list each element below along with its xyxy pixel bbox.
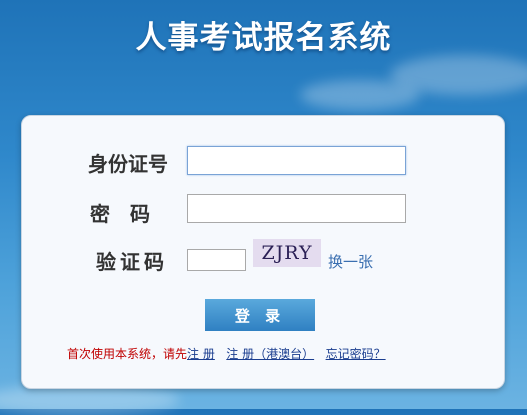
id-number-input[interactable] [187, 146, 406, 175]
login-panel: 身份证号 密 码 验证码 ZJRY 换一张 登 录 首次使用本系统，请先注 册 … [21, 115, 505, 389]
password-input[interactable] [187, 194, 406, 223]
captcha-input[interactable] [187, 249, 246, 271]
id-number-label: 身份证号 [88, 152, 168, 176]
password-label: 密 码 [90, 202, 150, 226]
register-link[interactable]: 注 册 [187, 347, 215, 361]
captcha-image[interactable]: ZJRY [253, 239, 321, 267]
footer-links: 首次使用本系统，请先注 册 注 册（港澳台） 忘记密码？ [67, 345, 386, 362]
refresh-captcha-link[interactable]: 换一张 [328, 251, 373, 272]
cloud-decoration [0, 385, 180, 415]
cloud-decoration [300, 80, 420, 110]
register-hk-link[interactable]: 注 册（港澳台） [226, 347, 314, 361]
captcha-label: 验证码 [96, 250, 168, 274]
forgot-password-link[interactable]: 忘记密码？ [326, 347, 386, 361]
page-title: 人事考试报名系统 [135, 20, 392, 56]
login-button[interactable]: 登 录 [205, 299, 315, 331]
first-use-note: 首次使用本系统，请先 [67, 347, 188, 361]
